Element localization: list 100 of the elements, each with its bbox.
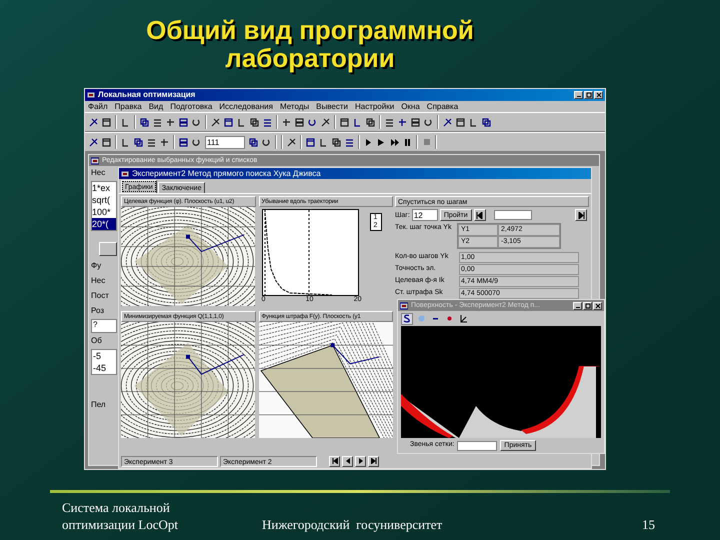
fast-forward-icon bbox=[390, 138, 399, 146]
next-button[interactable] bbox=[355, 456, 366, 466]
toolbar-button[interactable] bbox=[364, 116, 377, 128]
tool-glyph-icon bbox=[411, 118, 420, 126]
tool-glyph-icon bbox=[345, 138, 354, 146]
toolbar-button[interactable] bbox=[480, 116, 493, 128]
toolbar-button[interactable] bbox=[222, 116, 235, 128]
window-title: Эксперимент2 Метод прямого поиска Хука Дживса bbox=[132, 170, 321, 178]
footer-system-name: Система локальной оптимизации LocOpt bbox=[62, 499, 180, 533]
dot-icon bbox=[444, 314, 454, 323]
tool-glyph-icon bbox=[147, 138, 156, 146]
minimize-button[interactable] bbox=[573, 302, 582, 310]
minimize-button[interactable] bbox=[574, 91, 583, 99]
toolbar-button[interactable] bbox=[409, 116, 422, 128]
menu-item[interactable]: Вывести bbox=[316, 102, 348, 110]
first-step-button[interactable] bbox=[474, 209, 486, 221]
tool-glyph-icon bbox=[192, 138, 201, 146]
menu-item[interactable]: Вид bbox=[148, 102, 164, 110]
page-number: 15 bbox=[642, 516, 655, 533]
toolbar-button[interactable] bbox=[138, 116, 151, 128]
tool-glyph-icon bbox=[121, 118, 130, 126]
toolbar-button[interactable] bbox=[454, 116, 467, 128]
play-icon bbox=[358, 458, 364, 464]
toolbar-button[interactable] bbox=[441, 116, 454, 128]
tool-glyph-icon bbox=[424, 118, 433, 126]
group-label: Об bbox=[91, 336, 103, 346]
skip-icon bbox=[370, 458, 376, 464]
side-button[interactable] bbox=[99, 242, 117, 256]
tool-glyph-icon bbox=[398, 118, 407, 126]
toolbar-button[interactable] bbox=[304, 136, 317, 148]
maximize-button[interactable] bbox=[583, 302, 592, 310]
list-item[interactable]: sqrt( bbox=[92, 194, 116, 206]
tool-glyph-icon bbox=[295, 118, 304, 126]
tool-glyph-icon bbox=[250, 118, 259, 126]
formula-field[interactable]: ? bbox=[91, 319, 117, 333]
tool-glyph-icon bbox=[89, 138, 98, 146]
step-slider-field[interactable] bbox=[494, 210, 532, 220]
menu-item[interactable]: Методы bbox=[280, 102, 310, 110]
menu-item[interactable]: Исследования bbox=[219, 102, 273, 110]
skip-back-icon bbox=[476, 212, 484, 218]
list-item[interactable]: 20*( bbox=[92, 218, 116, 230]
menu-item[interactable]: Справка bbox=[426, 102, 458, 110]
field-label: Пел bbox=[91, 400, 107, 410]
tool-glyph-icon bbox=[456, 118, 465, 126]
list-item[interactable]: 1*ex bbox=[92, 182, 116, 194]
list-item[interactable]: 100* bbox=[92, 206, 116, 218]
last-button[interactable] bbox=[368, 456, 379, 466]
toolbar-button[interactable] bbox=[248, 116, 261, 128]
first-button[interactable] bbox=[329, 456, 340, 466]
toolbar-button[interactable] bbox=[177, 136, 190, 148]
toolbar-button[interactable] bbox=[177, 116, 190, 128]
tool-glyph-icon bbox=[179, 138, 188, 146]
menu-item[interactable]: Окна bbox=[401, 102, 420, 110]
field-label: Роз bbox=[91, 306, 106, 316]
slide-title-line: лаборатории bbox=[225, 44, 395, 72]
footer-university: Нижегородский госуниверситет bbox=[262, 516, 442, 533]
list-value: -45 bbox=[92, 362, 108, 374]
toolbar-button[interactable] bbox=[293, 116, 306, 128]
tool-glyph-icon bbox=[166, 118, 175, 126]
toolbar-button[interactable] bbox=[87, 116, 100, 128]
close-button[interactable] bbox=[594, 91, 603, 99]
window-app-icon bbox=[121, 170, 129, 178]
toolbar-button[interactable] bbox=[100, 116, 113, 128]
menu-item[interactable]: Правка bbox=[114, 102, 142, 110]
toolbar-button[interactable] bbox=[330, 136, 343, 148]
toolbar-button[interactable] bbox=[285, 136, 298, 148]
toolbar-button[interactable] bbox=[338, 116, 351, 128]
toolbar-button[interactable] bbox=[247, 136, 260, 148]
tool-glyph-icon bbox=[140, 118, 149, 126]
tool-glyph-icon bbox=[89, 118, 98, 126]
menu-item[interactable]: Файл bbox=[88, 102, 108, 110]
close-button[interactable] bbox=[593, 302, 602, 310]
menu-item[interactable]: Подготовка bbox=[170, 102, 212, 110]
tool-glyph-icon bbox=[134, 138, 143, 146]
toolbar-button[interactable] bbox=[87, 136, 100, 148]
maximize-button[interactable] bbox=[584, 91, 593, 99]
step-field[interactable]: 12 bbox=[412, 209, 438, 221]
field-label: Нес bbox=[91, 276, 106, 286]
toolbar-button[interactable] bbox=[209, 116, 222, 128]
grid-size-field[interactable] bbox=[457, 440, 498, 450]
field-label: Фу bbox=[91, 261, 102, 271]
tool-glyph-icon bbox=[321, 118, 330, 126]
toolbar-button[interactable] bbox=[319, 116, 332, 128]
previous-button[interactable] bbox=[342, 456, 353, 466]
close-icon bbox=[594, 302, 600, 308]
toolbar-button[interactable] bbox=[132, 136, 145, 148]
tool-glyph-icon bbox=[263, 118, 272, 126]
letter-s-icon bbox=[402, 314, 412, 323]
zoom-field[interactable]: 111 bbox=[205, 136, 245, 148]
tool-glyph-icon bbox=[332, 138, 341, 146]
surface-mode-button[interactable] bbox=[401, 312, 413, 324]
last-step-button[interactable] bbox=[575, 209, 587, 221]
menu-item[interactable]: Настройки bbox=[354, 102, 394, 110]
tool-glyph-icon bbox=[282, 118, 291, 126]
tool-glyph-icon bbox=[102, 138, 111, 146]
toolbar-button[interactable] bbox=[100, 136, 113, 148]
tool-glyph-icon bbox=[179, 118, 188, 126]
back-icon bbox=[344, 458, 350, 464]
window-app-icon bbox=[87, 91, 95, 99]
skip-back-icon bbox=[332, 458, 338, 464]
